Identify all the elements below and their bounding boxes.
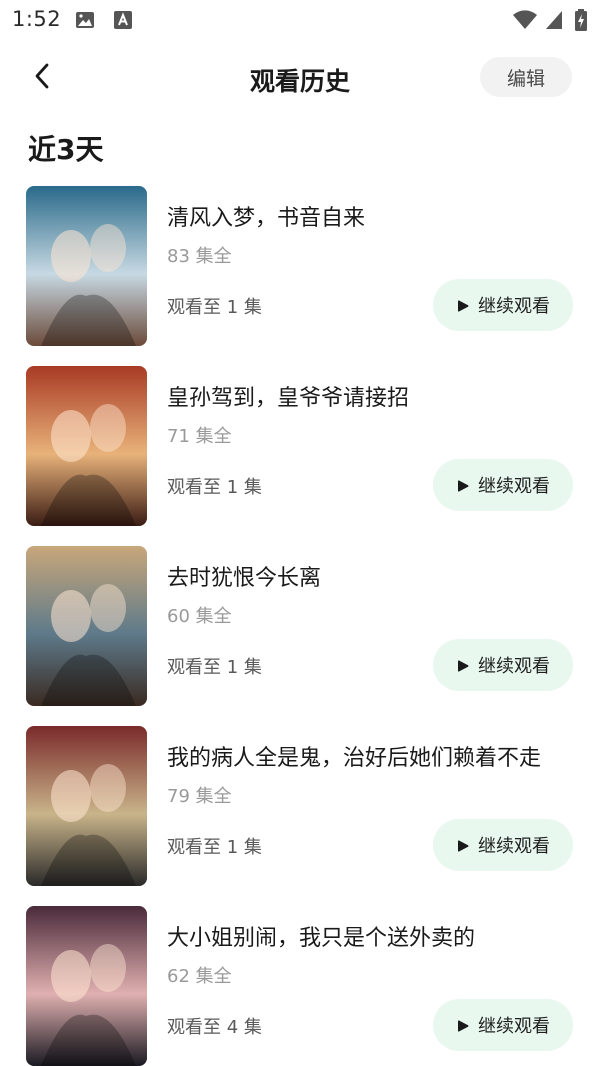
- top-app-bar: 观看历史 编辑: [0, 50, 600, 106]
- continue-watching-label: 继续观看: [478, 836, 550, 857]
- drama-poster[interactable]: [26, 906, 147, 1066]
- play-icon: [456, 658, 470, 672]
- status-bar: 1:52: [0, 0, 600, 40]
- continue-watching-label: 继续观看: [478, 296, 550, 317]
- status-time: 1:52: [12, 7, 62, 31]
- drama-poster[interactable]: [26, 726, 147, 886]
- drama-poster[interactable]: [26, 366, 147, 526]
- battery-charging-icon: [574, 9, 588, 31]
- continue-watching-label: 继续观看: [478, 656, 550, 677]
- text-a-icon: [112, 9, 134, 31]
- history-item[interactable]: 清风入梦，书音自来 83 集全 观看至 1 集 继续观看: [0, 184, 600, 364]
- episode-count: 71 集全: [167, 426, 232, 447]
- episode-count: 60 集全: [167, 606, 232, 627]
- signal-icon: [544, 9, 566, 31]
- poster-image: [26, 906, 147, 1066]
- poster-image: [26, 726, 147, 886]
- watch-progress: 观看至 1 集: [167, 297, 262, 318]
- history-item[interactable]: 皇孙驾到，皇爷爷请接招 71 集全 观看至 1 集 继续观看: [0, 364, 600, 544]
- history-item[interactable]: 大小姐别闹，我只是个送外卖的 62 集全 观看至 4 集 继续观看: [0, 904, 600, 1066]
- watch-progress: 观看至 1 集: [167, 657, 262, 678]
- play-icon: [456, 478, 470, 492]
- continue-watching-button[interactable]: 继续观看: [433, 459, 573, 511]
- continue-watching-label: 继续观看: [478, 1016, 550, 1037]
- play-icon: [456, 838, 470, 852]
- episode-count: 83 集全: [167, 246, 232, 267]
- episode-count: 79 集全: [167, 786, 232, 807]
- poster-image: [26, 186, 147, 346]
- watch-progress: 观看至 1 集: [167, 477, 262, 498]
- poster-image: [26, 366, 147, 526]
- continue-watching-button[interactable]: 继续观看: [433, 279, 573, 331]
- image-icon: [74, 9, 96, 31]
- watch-progress: 观看至 4 集: [167, 1017, 262, 1038]
- drama-poster[interactable]: [26, 546, 147, 706]
- drama-title[interactable]: 皇孙驾到，皇爷爷请接招: [167, 380, 409, 412]
- continue-watching-button[interactable]: 继续观看: [433, 639, 573, 691]
- history-item[interactable]: 去时犹恨今长离 60 集全 观看至 1 集 继续观看: [0, 544, 600, 724]
- continue-watching-button[interactable]: 继续观看: [433, 999, 573, 1051]
- play-icon: [456, 298, 470, 312]
- drama-title[interactable]: 清风入梦，书音自来: [167, 200, 365, 232]
- watch-progress: 观看至 1 集: [167, 837, 262, 858]
- history-item[interactable]: 我的病人全是鬼，治好后她们赖着不走 79 集全 观看至 1 集 继续观看: [0, 724, 600, 904]
- poster-image: [26, 546, 147, 706]
- wifi-icon: [512, 9, 538, 31]
- continue-watching-label: 继续观看: [478, 476, 550, 497]
- drama-poster[interactable]: [26, 186, 147, 346]
- drama-title[interactable]: 我的病人全是鬼，治好后她们赖着不走: [167, 740, 541, 772]
- edit-button[interactable]: 编辑: [480, 57, 572, 97]
- section-title: 近3天: [28, 133, 104, 166]
- episode-count: 62 集全: [167, 966, 232, 987]
- continue-watching-button[interactable]: 继续观看: [433, 819, 573, 871]
- drama-title[interactable]: 大小姐别闹，我只是个送外卖的: [167, 920, 475, 952]
- play-icon: [456, 1018, 470, 1032]
- drama-title[interactable]: 去时犹恨今长离: [167, 560, 321, 592]
- history-list: 清风入梦，书音自来 83 集全 观看至 1 集 继续观看 皇孙驾到，皇爷爷请接招…: [0, 184, 600, 1066]
